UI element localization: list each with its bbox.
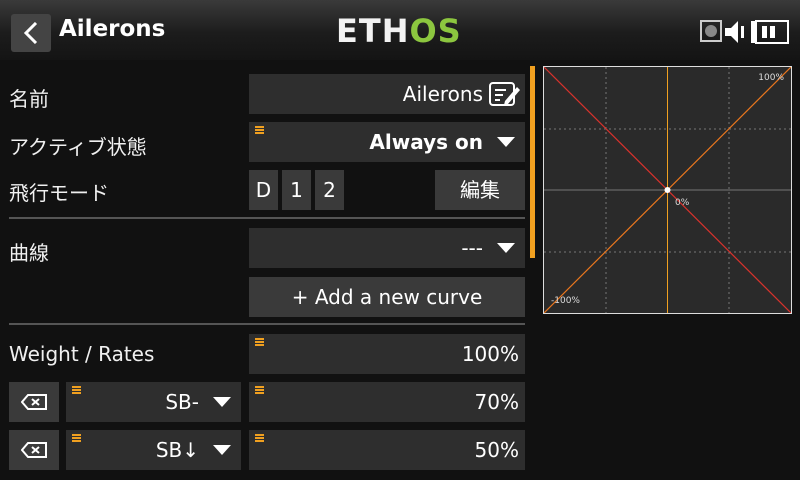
divider [9,323,525,325]
record-icon [700,20,722,42]
flight-mode-d[interactable]: D [249,170,278,210]
chevron-down-icon [497,137,515,147]
name-label: 名前 [9,87,49,111]
speaker-icon [725,21,744,43]
back-arrow-icon [23,22,38,44]
active-condition-value: Always on [369,130,483,154]
chevron-down-icon [213,397,231,407]
flight-mode-1[interactable]: 1 [282,170,311,210]
curve-graph: 100% 0% -100% [543,66,792,314]
edit-icon [489,82,520,106]
rate-value-field[interactable]: 70% [249,382,525,422]
source-marker [255,126,264,134]
rate-value-field[interactable]: 50% [249,430,525,470]
name-field[interactable]: Ailerons [249,74,525,114]
delete-rate-button[interactable] [9,382,59,422]
name-value: Ailerons [402,82,483,106]
scrollbar[interactable] [530,66,535,258]
rate-switch-value: SB↓ [155,438,199,462]
rate-switch-select[interactable]: SB↓ [66,430,241,470]
divider [9,217,525,219]
curve-label: 曲線 [9,241,49,265]
flight-mode-edit-button[interactable]: 編集 [435,170,525,210]
delete-rate-button[interactable] [9,430,59,470]
graph-center-label: 0% [675,198,690,208]
header-bar: Ailerons ETHOS [0,0,800,60]
rate-switch-value: SB- [165,390,199,414]
rate-value: 50% [474,438,519,462]
curve-value: --- [461,236,483,260]
flight-mode-label: 飛行モード [9,181,109,205]
delete-icon [21,442,47,458]
rate-switch-select[interactable]: SB- [66,382,241,422]
page-title: Ailerons [59,16,166,42]
current-point-marker [664,187,671,193]
active-condition-label: アクティブ状態 [9,135,147,159]
flight-mode-2[interactable]: 2 [315,170,344,210]
delete-icon [21,394,47,410]
rate-value: 70% [474,390,519,414]
weight-value: 100% [461,342,519,366]
curve-graph-plot [544,67,791,313]
active-condition-select[interactable]: Always on [249,122,525,162]
source-marker [72,434,81,442]
chevron-down-icon [213,445,231,455]
ethos-logo: ETHOS [336,12,462,50]
chevron-down-icon [497,243,515,253]
add-curve-button[interactable]: + Add a new curve [249,277,525,317]
weight-field[interactable]: 100% [249,334,525,374]
graph-min-label: -100% [551,296,580,306]
source-marker [255,386,264,394]
back-button[interactable] [11,14,51,52]
curve-select[interactable]: --- [249,228,525,268]
graph-max-label: 100% [758,73,784,83]
weight-rates-label: Weight / Rates [9,342,155,366]
source-marker [255,338,264,346]
battery-icon [751,20,789,44]
source-marker [255,434,264,442]
source-marker [72,386,81,394]
